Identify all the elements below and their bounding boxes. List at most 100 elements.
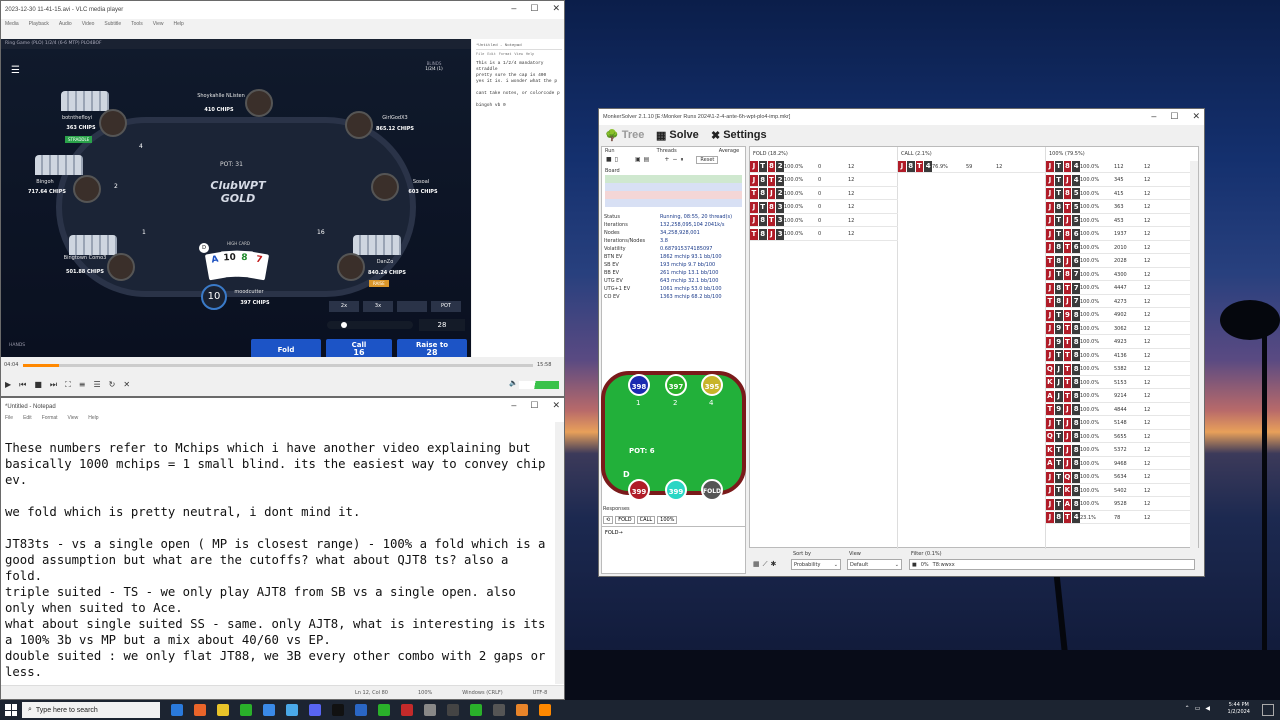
preset-button[interactable] (397, 301, 427, 312)
board-card-selector[interactable] (605, 175, 742, 207)
taskbar-clock[interactable]: 5:44 PM 1/2/2024 (1228, 702, 1250, 716)
load-icon[interactable]: ▤ (644, 156, 650, 164)
vlc-titlebar[interactable]: 2023-12-30 11-41-15.avi - VLC media play… (1, 1, 564, 19)
vlc-window[interactable]: 2023-12-30 11-41-15.avi - VLC media play… (0, 0, 565, 397)
play-icon[interactable]: ▶ (5, 380, 11, 390)
hand-row[interactable]: J 9 T 8 100.0% 3062 12 (1046, 323, 1194, 335)
hand-row[interactable]: T 8 J 7 100.0% 4273 12 (1046, 296, 1194, 308)
menu-video[interactable]: Video (82, 21, 95, 27)
seek-bar[interactable] (23, 363, 533, 367)
fullscreen-icon[interactable]: ⛶ (65, 380, 71, 390)
next-icon[interactable]: ⏭ (50, 380, 57, 390)
hand-row[interactable]: J T T 8 100.0% 4136 12 (1046, 350, 1194, 362)
hand-row[interactable]: J T 8 5 100.0% 415 12 (1046, 188, 1194, 200)
hand-row[interactable]: T 8 J 6 100.0% 2028 12 (1046, 255, 1194, 268)
response-call-button[interactable]: CALL (636, 516, 656, 524)
settings-gear-icon[interactable]: ✱ (771, 560, 777, 569)
hand-row[interactable]: J T 8 4 100.0% 112 12 (1046, 161, 1194, 173)
side-notepad-window[interactable]: *Untitled - Notepad File Edit Format Vie… (472, 39, 564, 357)
hand-row[interactable]: J 8 T 4 23.1% 78 12 (1046, 512, 1194, 524)
app-icon[interactable] (355, 704, 367, 716)
maximize-icon[interactable]: ☐ (530, 400, 538, 411)
hand-row[interactable]: J T J 8 100.0% 5148 12 (1046, 417, 1194, 430)
close-icon[interactable]: ✕ (552, 400, 560, 411)
app-icon[interactable] (424, 704, 436, 716)
hand-row[interactable]: J T 8 7 100.0% 4300 12 (1046, 269, 1194, 281)
extended-settings-icon[interactable]: ≡ (79, 380, 86, 390)
view-select[interactable]: Default ⌄ (847, 559, 902, 570)
back-icon[interactable]: ⟲ (603, 516, 614, 524)
remove-thread-icon[interactable]: − (672, 156, 677, 164)
hand-row[interactable]: K T J 8 100.0% 5372 12 (1046, 444, 1194, 457)
preset-pot-button[interactable]: POT (431, 301, 461, 312)
hand-row[interactable]: J 8 T 7 100.0% 4447 12 (1046, 282, 1194, 295)
minimize-icon[interactable]: – (1151, 111, 1156, 122)
notepad-text-area[interactable]: These numbers refer to Mchips which i ha… (1, 420, 557, 684)
monker-solver-window[interactable]: MonkerSolver 2.1.10 [E:\Monker Runs 2024… (598, 108, 1205, 577)
notifications-icon[interactable] (1262, 704, 1274, 716)
grid-scrollbar[interactable] (1190, 161, 1198, 549)
monker-titlebar[interactable]: MonkerSolver 2.1.10 [E:\Monker Runs 2024… (599, 109, 1204, 125)
raise-button[interactable]: Raise to 28 (397, 339, 467, 357)
hand-row[interactable]: J T J 4 100.0% 345 12 (1046, 174, 1194, 187)
avatar[interactable] (99, 109, 127, 137)
notepad-window[interactable]: *Untitled - Notepad – ☐ ✕ File Edit Format… (0, 397, 565, 700)
app-icon[interactable] (470, 704, 482, 716)
pause-icon[interactable]: ▯ (615, 156, 618, 164)
hand-row[interactable]: T 9 J 8 100.0% 4844 12 (1046, 404, 1194, 416)
menu-file[interactable]: File (476, 52, 484, 58)
menu-playback[interactable]: Playback (29, 21, 49, 27)
close-icon[interactable]: ✕ (1192, 111, 1200, 122)
sort-by-select[interactable]: Probability ⌄ (791, 559, 841, 570)
filter-toggle-icon[interactable]: ■ (912, 562, 917, 568)
app-icon[interactable] (332, 704, 344, 716)
close-icon[interactable]: ✕ (552, 3, 560, 14)
hand-row[interactable]: J 8 T 4 76.9% 59 12 (898, 161, 1046, 173)
app-icon[interactable] (378, 704, 390, 716)
preset-3x-button[interactable]: 3x (363, 301, 393, 312)
discord-icon[interactable] (309, 704, 321, 716)
thread-icon[interactable]: ⏸ (680, 156, 683, 164)
maximize-icon[interactable]: ☐ (1170, 111, 1178, 122)
call-button[interactable]: Call 16 (326, 339, 392, 357)
playlist-icon[interactable]: ☰ (93, 380, 100, 390)
previous-icon[interactable]: ⏮ (19, 380, 26, 390)
hand-row[interactable]: J T 8 2 100.0% 0 12 (750, 161, 898, 173)
menu-view[interactable]: View (514, 52, 522, 58)
network-icon[interactable]: ▭ (1195, 705, 1201, 712)
monker-taskbar-icon[interactable] (516, 704, 528, 716)
hand-row[interactable]: J 8 T 3 100.0% 0 12 (750, 215, 898, 227)
hand-row[interactable]: J T 8 3 100.0% 0 12 (750, 201, 898, 214)
volume-slider[interactable] (519, 381, 559, 389)
hand-row[interactable]: J T J 5 100.0% 453 12 (1046, 215, 1194, 227)
menu-format[interactable]: Format (499, 52, 512, 58)
menu-view[interactable]: View (153, 21, 164, 27)
app-icon[interactable] (286, 704, 298, 716)
windows-start-icon[interactable] (5, 704, 17, 716)
hand-row[interactable]: Q J T 8 100.0% 5382 12 (1046, 363, 1194, 376)
fold-chip[interactable]: FOLD (701, 479, 723, 501)
maximize-icon[interactable]: ☐ (530, 3, 538, 14)
menu-audio[interactable]: Audio (59, 21, 72, 27)
slider-handle[interactable] (341, 322, 347, 328)
stop-icon[interactable]: ■ (606, 156, 612, 164)
hand-row[interactable]: J 9 T 8 100.0% 4923 12 (1046, 336, 1194, 349)
hand-row[interactable]: K J T 8 100.0% 5153 12 (1046, 377, 1194, 389)
hand-row[interactable]: A T J 8 100.0% 9468 12 (1046, 458, 1194, 470)
vlc-taskbar-icon[interactable] (539, 704, 551, 716)
raise-amount-input[interactable]: 28 (419, 319, 465, 331)
shuffle-icon[interactable]: ✕ (123, 380, 130, 390)
stop-icon[interactable]: ■ (34, 380, 42, 390)
hand-row[interactable]: Q T J 8 100.0% 5655 12 (1046, 431, 1194, 443)
menu-help[interactable]: Help (174, 21, 184, 27)
hand-row[interactable]: J T 8 6 100.0% 1937 12 (1046, 228, 1194, 241)
menu-help[interactable]: Help (526, 52, 534, 58)
response-raise-button[interactable]: 100% (657, 516, 678, 524)
tab-tree[interactable]: 🌳 Tree (605, 127, 644, 143)
menu-edit[interactable]: Edit (487, 52, 495, 58)
hand-row[interactable]: J T A 8 100.0% 9528 12 (1046, 498, 1194, 511)
app-icon[interactable] (493, 704, 505, 716)
hand-row[interactable]: T 8 J 2 100.0% 0 12 (750, 188, 898, 200)
volume-icon[interactable]: ◀ (1205, 705, 1210, 712)
hand-row[interactable]: A J T 8 100.0% 9214 12 (1046, 390, 1194, 403)
